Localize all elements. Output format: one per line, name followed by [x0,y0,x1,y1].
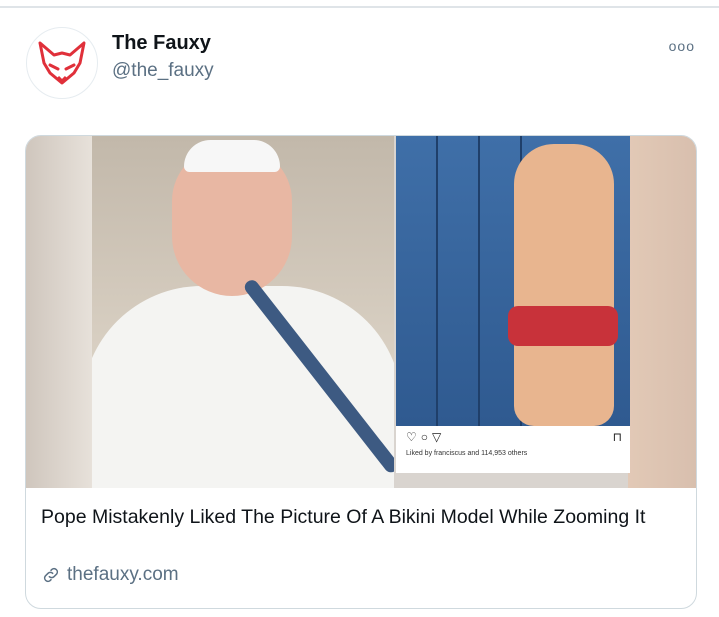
more-options-icon[interactable]: ooo [669,38,695,54]
instagram-liked-text: Liked by franciscus and 114,953 others [406,450,528,457]
link-icon [43,567,59,583]
card-domain: thefauxy.com [67,564,179,585]
card-headline[interactable]: Pope Mistakenly Liked The Picture Of A B… [41,504,681,531]
model-figure [514,144,614,426]
like-comment-share-icons: ♡○▽ [406,430,446,444]
instagram-action-bar: ♡○▽ ⊓ Liked by franciscus and 114,953 ot… [396,426,630,473]
account-name[interactable]: The Fauxy [112,32,211,55]
account-handle[interactable]: @the_fauxy [112,60,214,82]
card-link[interactable]: thefauxy.com [41,564,179,586]
image-blur-left [26,136,92,488]
avatar[interactable] [26,27,98,99]
top-divider [0,6,719,8]
pope-photo [92,136,394,488]
bookmark-icon: ⊓ [612,430,622,444]
link-preview-card[interactable]: ♡○▽ ⊓ Liked by franciscus and 114,953 ot… [25,135,697,609]
instagram-post-screenshot: ♡○▽ ⊓ Liked by franciscus and 114,953 ot… [396,136,630,473]
fox-logo-icon [38,41,86,85]
card-image[interactable]: ♡○▽ ⊓ Liked by franciscus and 114,953 ot… [26,136,696,488]
image-blur-right [628,136,696,488]
